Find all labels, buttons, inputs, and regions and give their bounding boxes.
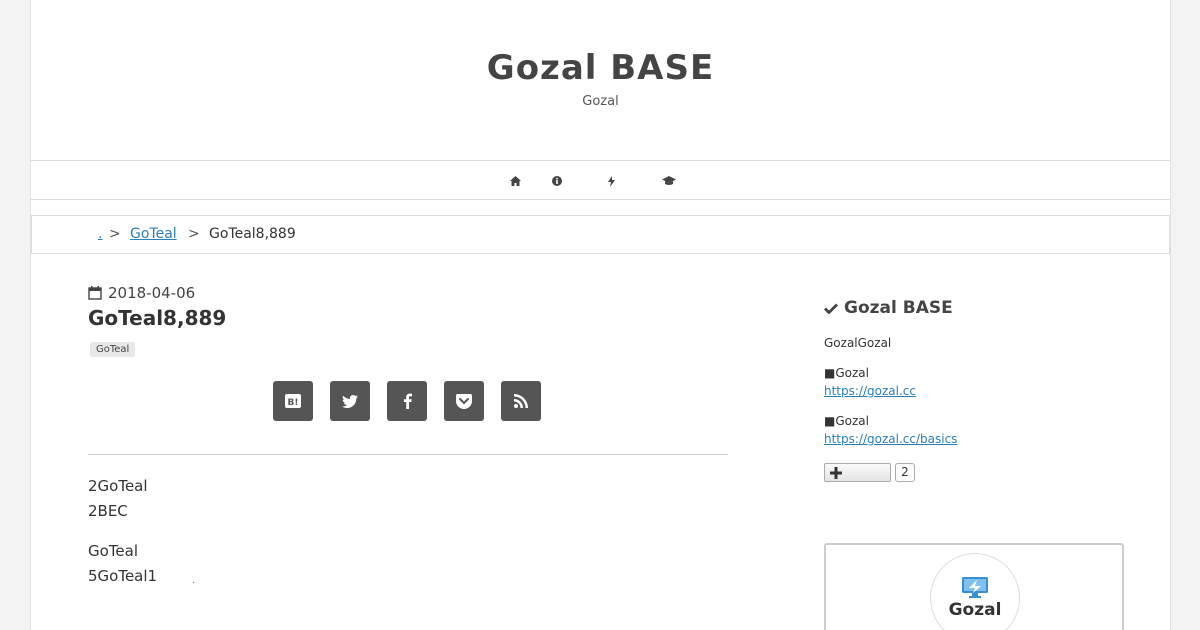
paragraph-line: 2BEC: [88, 502, 128, 520]
sidebar-item-label: ■Gozal: [824, 414, 869, 428]
pocket-share-button[interactable]: [444, 381, 484, 421]
follow-button[interactable]: [824, 463, 891, 482]
facebook-icon: [403, 393, 412, 409]
calendar-icon: [88, 286, 102, 300]
breadcrumb-current: GoTeal8,889: [209, 226, 296, 242]
content-divider: [88, 454, 728, 455]
paragraph-line: GoTeal: [88, 542, 139, 560]
nav-item-education[interactable]: [661, 173, 677, 189]
site-description: Gozal: [582, 94, 619, 109]
rss-icon: [514, 394, 528, 408]
hatena-share-button[interactable]: B!: [273, 381, 313, 421]
pocket-icon: [456, 393, 472, 409]
sidebar-item-label: ■Gozal: [824, 366, 869, 380]
breadcrumb-separator: >: [109, 226, 121, 242]
profile-card: Gozal: [824, 543, 1124, 630]
twitter-share-button[interactable]: [330, 381, 370, 421]
global-nav: [31, 160, 1170, 200]
inline-link[interactable]: .: [192, 575, 196, 586]
profile-logo-text: Gozal: [948, 600, 1002, 620]
post-date-text: 2018-04-06: [108, 284, 196, 302]
breadcrumb: . > GoTeal > GoTeal8,889: [31, 215, 1170, 254]
profile-avatar[interactable]: Gozal: [930, 553, 1020, 630]
widget-title-text: Gozal BASE: [844, 298, 953, 318]
breadcrumb-home-link[interactable]: .: [98, 226, 104, 246]
nav-item-home[interactable]: [507, 173, 523, 189]
breadcrumb-category-link[interactable]: GoTeal: [130, 226, 177, 242]
bolt-icon: [607, 175, 615, 187]
sidebar-link-gozal[interactable]: https://gozal.cc: [824, 384, 916, 398]
twitter-icon: [342, 394, 358, 408]
sidebar-intro: GozalGozal: [824, 336, 892, 350]
nav-item-info[interactable]: [549, 173, 565, 189]
post-date: 2018-04-06: [88, 284, 195, 302]
hatena-bookmark-icon: B!: [285, 394, 301, 408]
page-container: Gozal BASE Gozal . > GoTeal > GoTeal8,88…: [30, 0, 1171, 630]
plus-icon: [830, 467, 842, 479]
info-icon: [552, 176, 562, 186]
post-title: GoTeal8,889: [88, 306, 227, 330]
graduation-cap-icon: [662, 176, 676, 185]
site-title[interactable]: Gozal BASE: [31, 48, 1170, 88]
home-icon: [509, 176, 521, 186]
facebook-share-button[interactable]: [387, 381, 427, 421]
svg-text:B!: B!: [288, 398, 299, 408]
monitor-logo-icon: [962, 577, 988, 598]
follow-count-badge: 2: [895, 463, 915, 482]
rss-share-button[interactable]: [501, 381, 541, 421]
paragraph-line: 2GoTeal: [88, 477, 148, 495]
nav-item-bolt[interactable]: [603, 173, 619, 189]
breadcrumb-separator: >: [188, 226, 200, 242]
site-header: Gozal BASE Gozal: [31, 0, 1170, 160]
sidebar-widget-title: Gozal BASE: [824, 298, 953, 318]
sidebar-link-basics[interactable]: https://gozal.cc/basics: [824, 432, 957, 446]
category-tag[interactable]: GoTeal: [90, 342, 136, 357]
post-paragraph-2: GoTeal 5GoTeal1: [88, 539, 157, 589]
post-paragraph-1: 2GoTeal 2BEC: [88, 474, 148, 524]
paragraph-line: 5GoTeal1: [88, 567, 158, 585]
check-icon: [824, 303, 838, 314]
